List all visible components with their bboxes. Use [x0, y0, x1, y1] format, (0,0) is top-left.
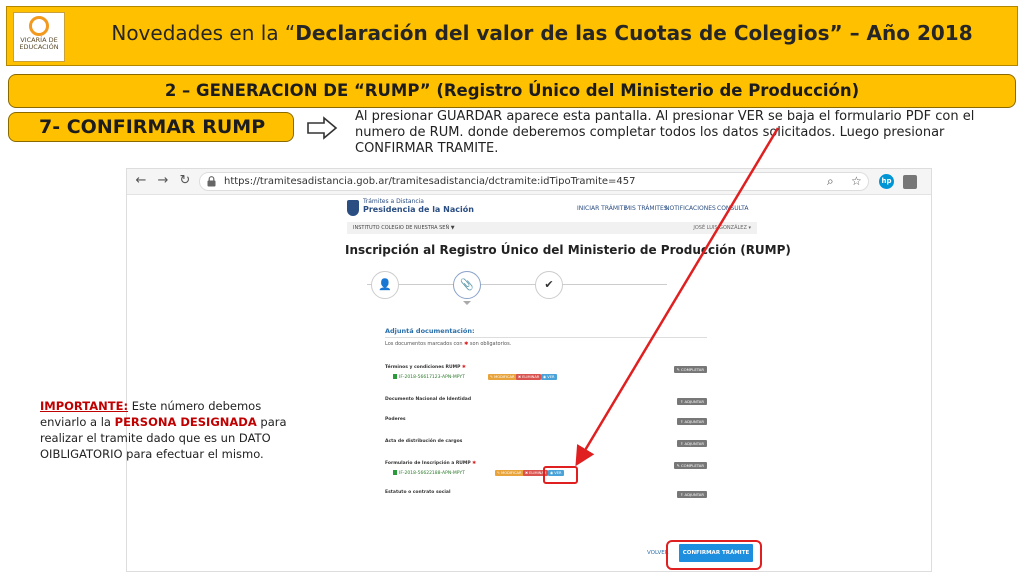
document-file-link[interactable]: IF-2018-56622188-APN-MPYT	[393, 470, 465, 476]
browser-screenshot: ← → ↻ https://tramitesadistancia.gob.ar/…	[126, 168, 932, 572]
step-user-icon[interactable]: 👤	[371, 271, 399, 299]
site-brand[interactable]: Trámites a Distancia Presidencia de la N…	[363, 198, 474, 214]
document-row: Poderes ⇪ ADJUNTAR	[385, 417, 707, 437]
required-star-icon: ✱	[462, 365, 466, 370]
site-brand-top: Trámites a Distancia	[363, 198, 424, 205]
file-icon	[393, 470, 397, 475]
step-paperclip-icon[interactable]: 📎	[453, 271, 481, 299]
lock-icon	[207, 176, 216, 187]
hp-extension-icon[interactable]: hp	[879, 174, 894, 189]
file-icon	[393, 374, 397, 379]
zoom-icon[interactable]: ⌕	[827, 174, 834, 189]
nav-mis-tramites[interactable]: MIS TRÁMITES	[625, 205, 668, 212]
page-title: Inscripción al Registro Único del Minist…	[345, 243, 791, 257]
address-bar[interactable]: https://tramitesadistancia.gob.ar/tramit…	[199, 172, 869, 191]
logo-emblem-icon	[29, 16, 49, 36]
user-menu[interactable]: JOSÉ LUIS GONZÁLEZ ▾	[693, 222, 751, 234]
step-check-icon[interactable]: ✔	[535, 271, 563, 299]
document-name: Acta de distribución de cargos	[385, 439, 463, 444]
important-strong: PERSONA DESIGNADA	[114, 415, 257, 429]
document-row: Documento Nacional de Identidad ⇪ ADJUNT…	[385, 397, 707, 417]
document-name: Documento Nacional de Identidad	[385, 397, 472, 402]
document-name: Formulario de Inscripción a RUMP ✱	[385, 461, 476, 466]
document-file-link[interactable]: IF-2018-56617123-APN-MPYT	[393, 374, 465, 380]
site-header: Trámites a Distancia Presidencia de la N…	[127, 196, 931, 220]
user-bar: INSTITUTO COLEGIO DE NUESTRA SEÑ ▼ JOSÉ …	[347, 222, 757, 234]
confirm-highlight-box	[666, 540, 762, 570]
forward-arrow-icon[interactable]: →	[155, 173, 171, 188]
slide-title-plain: Novedades en la “	[111, 21, 296, 45]
section-subtitle: 2 – GENERACION DE “RUMP” (Registro Único…	[8, 74, 1016, 108]
view-button[interactable]: ◉ VER	[541, 374, 557, 380]
document-file-id: IF-2018-56617123-APN-MPYT	[399, 375, 465, 380]
important-note: IMPORTANTE: Este número debemos enviarlo…	[40, 398, 300, 462]
document-name: Poderes	[385, 417, 406, 422]
documents-note-start: Los documentos marcados con	[385, 341, 465, 347]
vicaria-logo: VICARÍA DE EDUCACIÓN	[13, 12, 65, 62]
site-brand-main: Presidencia de la Nación	[363, 205, 474, 214]
slide-title-bold: Declaración del valor de las Cuotas de C…	[295, 21, 973, 45]
documents-note: Los documentos marcados con ✱ son obliga…	[385, 341, 511, 347]
attach-button[interactable]: ⇪ ADJUNTAR	[677, 440, 707, 447]
documents-divider	[385, 337, 707, 338]
stepper-line	[367, 284, 667, 285]
nav-notificaciones[interactable]: NOTIFICACIONES	[665, 205, 716, 212]
right-arrow-icon	[307, 116, 338, 140]
document-name: Estatuto o contrato social	[385, 490, 451, 495]
document-row: Acta de distribución de cargos ⇪ ADJUNTA…	[385, 439, 707, 459]
nav-consulta[interactable]: CONSULTA	[717, 205, 748, 212]
modify-button[interactable]: ✎ MODIFICAR	[495, 470, 524, 476]
organization-selector[interactable]: INSTITUTO COLEGIO DE NUESTRA SEÑ ▼	[353, 225, 455, 231]
modify-button[interactable]: ✎ MODIFICAR	[488, 374, 517, 380]
slide-title: Novedades en la “Declaración del valor d…	[77, 21, 1007, 45]
attach-button[interactable]: ⇪ ADJUNTAR	[677, 491, 707, 498]
step-description: Al presionar GUARDAR aparece esta pantal…	[355, 109, 975, 156]
title-banner: VICARÍA DE EDUCACIÓN Novedades en la “De…	[6, 6, 1018, 66]
address-url: https://tramitesadistancia.gob.ar/tramit…	[224, 176, 636, 187]
view-highlight-box	[543, 466, 578, 484]
attach-button[interactable]: ⇪ ADJUNTAR	[677, 398, 707, 405]
document-name: Términos y condiciones RUMP ✱	[385, 365, 466, 370]
document-name-text: Formulario de Inscripción a RUMP	[385, 461, 471, 466]
documents-note-end: son obligatorios.	[468, 341, 512, 347]
star-icon[interactable]: ☆	[851, 174, 862, 188]
delete-button[interactable]: ✖ ELIMINAR	[516, 374, 542, 380]
document-file-id: IF-2018-56622188-APN-MPYT	[399, 471, 465, 476]
document-row: Estatuto o contrato social ⇪ ADJUNTAR	[385, 490, 707, 510]
required-star-icon: ✱	[472, 461, 477, 466]
progress-stepper: 👤 📎 ✔	[347, 271, 687, 305]
document-row: Términos y condiciones RUMP ✱ IF-2018-56…	[385, 365, 707, 385]
documents-title: Adjuntá documentación:	[385, 327, 475, 335]
complete-button[interactable]: ✎ COMPLETAR	[673, 366, 707, 373]
active-step-pointer	[463, 301, 471, 305]
back-arrow-icon[interactable]: ←	[133, 173, 149, 188]
shield-icon	[347, 200, 359, 216]
document-name-text: Términos y condiciones RUMP	[385, 365, 461, 370]
attach-button[interactable]: ⇪ ADJUNTAR	[677, 418, 707, 425]
nav-iniciar-tramite[interactable]: INICIAR TRÁMITE	[577, 205, 627, 212]
complete-button[interactable]: ✎ COMPLETAR	[673, 462, 707, 469]
logo-text-line-2: EDUCACIÓN	[19, 43, 59, 51]
reload-icon[interactable]: ↻	[177, 173, 193, 188]
important-label: IMPORTANTE:	[40, 399, 129, 413]
extension-icon[interactable]	[903, 175, 917, 189]
step-label: 7- CONFIRMAR RUMP	[8, 112, 294, 142]
browser-toolbar: ← → ↻ https://tramitesadistancia.gob.ar/…	[127, 169, 931, 195]
